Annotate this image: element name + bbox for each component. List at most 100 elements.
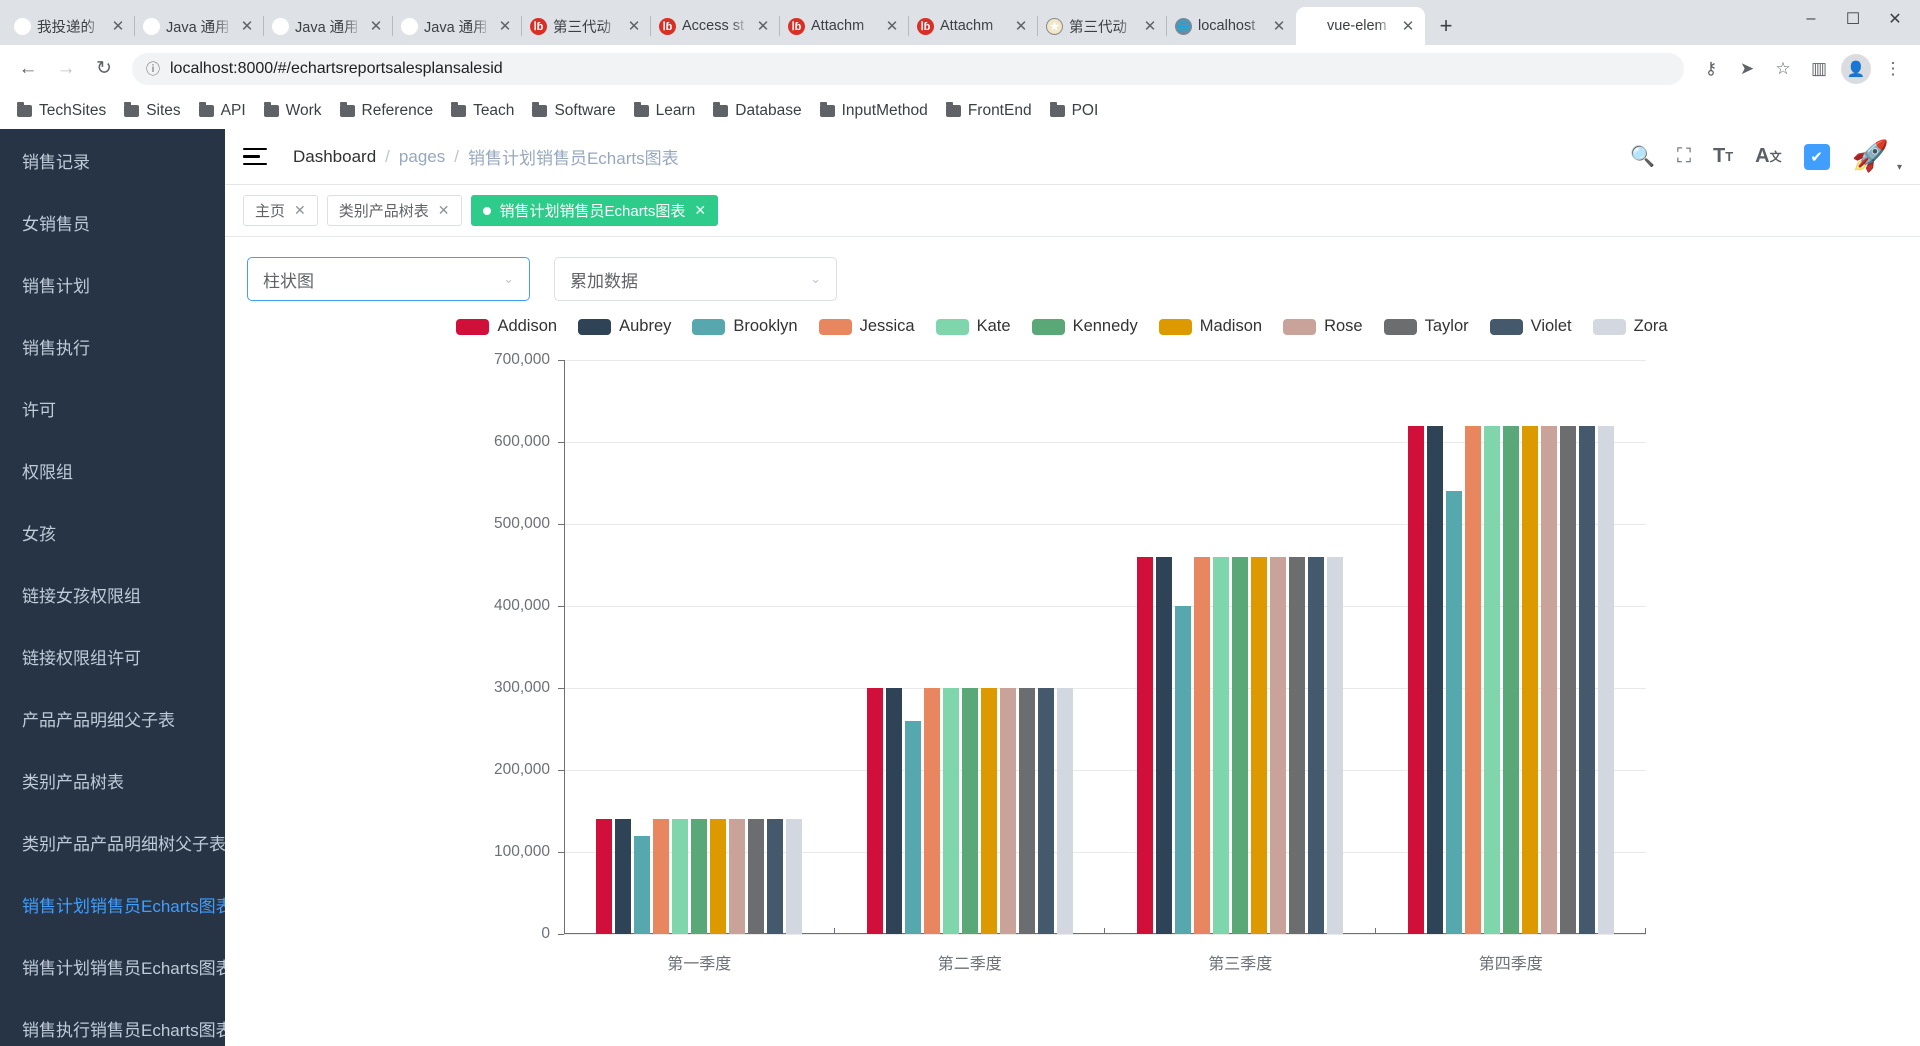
bookmark-item[interactable]: Reference [331, 97, 443, 125]
browser-tab[interactable]: ▼ vue-elem ✕ [1296, 7, 1425, 45]
legend-item[interactable]: Rose [1283, 317, 1363, 336]
tab-close-icon[interactable]: ✕ [1399, 19, 1417, 34]
sidebar-item[interactable]: 链接女孩权限组 [0, 563, 225, 625]
sidebar-item[interactable]: 女销售员 [0, 191, 225, 253]
browser-tab[interactable]: ⅼɓ Attachm ✕ [779, 7, 909, 45]
legend-item[interactable]: Brooklyn [692, 317, 798, 336]
maximize-button[interactable]: ☐ [1832, 2, 1874, 36]
tab-close-icon[interactable]: ✕ [883, 19, 901, 34]
breadcrumb-item-dashboard[interactable]: Dashboard [293, 147, 376, 167]
rocket-icon[interactable]: 🚀 [1852, 139, 1889, 174]
tab-close-icon[interactable]: ✕ [754, 19, 772, 34]
bar[interactable] [1521, 425, 1538, 934]
bar[interactable] [1213, 556, 1230, 934]
bar[interactable] [710, 819, 727, 934]
bar[interactable] [1578, 425, 1595, 934]
view-tab[interactable]: 销售计划销售员Echarts图表 ✕ [470, 195, 719, 226]
font-size-icon[interactable]: TT [1713, 145, 1733, 168]
bar[interactable] [1308, 556, 1325, 934]
sidebar-item[interactable]: 销售记录 [0, 129, 225, 191]
bookmark-item[interactable]: Software [523, 97, 624, 125]
forward-icon[interactable]: → [48, 51, 84, 87]
breadcrumb-item-pages[interactable]: pages [399, 147, 445, 167]
browser-tab[interactable]: C 我投递的 ✕ [6, 7, 135, 45]
sidebar-item[interactable]: 销售执行 [0, 315, 225, 377]
bar[interactable] [1464, 425, 1481, 934]
chevron-down-icon[interactable]: ⌄ [810, 271, 821, 287]
tab-close-icon[interactable]: ✕ [367, 19, 385, 34]
bar[interactable] [691, 819, 708, 934]
bar[interactable] [1137, 556, 1154, 934]
data-mode-select[interactable]: 累加数据 ⌄ [554, 257, 837, 301]
legend-item[interactable]: Zora [1592, 317, 1668, 336]
hamburger-icon[interactable] [243, 147, 267, 166]
bar[interactable] [923, 688, 940, 934]
bar[interactable] [1327, 556, 1344, 934]
profile-icon[interactable]: 👤 [1841, 53, 1871, 84]
bookmark-item[interactable]: FrontEnd [937, 97, 1041, 125]
sidebar-item[interactable]: 类别产品树表 [0, 749, 225, 811]
bookmark-item[interactable]: Teach [442, 97, 523, 125]
bar[interactable] [748, 819, 765, 934]
tab-close-icon[interactable]: ✕ [109, 19, 127, 34]
bar[interactable] [1426, 425, 1443, 934]
view-tab[interactable]: 主页 ✕ [243, 195, 318, 226]
bookmark-item[interactable]: POI [1041, 97, 1108, 125]
bar[interactable] [1502, 425, 1519, 934]
bar[interactable] [980, 688, 997, 934]
fullscreen-icon[interactable]: ⛶ [1677, 145, 1691, 168]
tab-close-icon[interactable]: ✕ [294, 202, 306, 219]
chart-type-select[interactable]: 柱状图 ⌄ [247, 257, 530, 301]
bar[interactable] [1056, 688, 1073, 934]
bookmark-item[interactable]: InputMethod [811, 97, 937, 125]
bar[interactable] [1194, 556, 1211, 934]
tab-close-icon[interactable]: ✕ [496, 19, 514, 34]
sidebar-item[interactable]: 许可 [0, 377, 225, 439]
sidebar-item[interactable]: 销售计划销售员Echarts图表2 [0, 935, 225, 997]
bookmark-item[interactable]: Work [255, 97, 331, 125]
browser-tab[interactable]: ⅼɓ Attachm ✕ [908, 7, 1038, 45]
bar[interactable] [1483, 425, 1500, 934]
bookmark-item[interactable]: Learn [625, 97, 705, 125]
bar[interactable] [1559, 425, 1576, 934]
sidebar-item[interactable]: 销售计划 [0, 253, 225, 315]
bar[interactable] [866, 688, 883, 934]
sidepanel-icon[interactable]: ▥ [1802, 52, 1836, 86]
menu-icon[interactable]: ⋮ [1876, 52, 1910, 86]
translate-icon[interactable]: A文 [1755, 145, 1781, 168]
chevron-down-icon[interactable]: ▾ [1897, 162, 1902, 173]
bookmark-item[interactable]: Sites [115, 97, 189, 125]
tab-close-icon[interactable]: ✕ [438, 202, 450, 219]
tab-close-icon[interactable]: ✕ [1270, 19, 1288, 34]
sidebar-item[interactable]: 产品产品明细父子表 [0, 687, 225, 749]
back-icon[interactable]: ← [10, 51, 46, 87]
bar[interactable] [1597, 425, 1614, 934]
tab-close-icon[interactable]: ✕ [1141, 19, 1159, 34]
browser-tab[interactable]: C Java 通用 ✕ [392, 7, 522, 45]
bar[interactable] [1540, 425, 1557, 934]
browser-tab[interactable]: ★ 第三代动 ✕ [1037, 7, 1167, 45]
bar[interactable] [596, 819, 613, 934]
address-bar[interactable]: ⓘ localhost:8000/#/echartsreportsalespla… [132, 52, 1684, 85]
bar[interactable] [1445, 491, 1462, 934]
sidebar-item[interactable]: 链接权限组许可 [0, 625, 225, 687]
bar[interactable] [1175, 606, 1192, 934]
close-window-button[interactable]: ✕ [1874, 2, 1916, 36]
legend-item[interactable]: Taylor [1383, 317, 1469, 336]
reload-icon[interactable]: ↻ [86, 51, 122, 87]
legend-item[interactable]: Aubrey [578, 317, 671, 336]
bookmark-item[interactable]: API [190, 97, 255, 125]
bookmark-item[interactable]: TechSites [8, 97, 115, 125]
key-icon[interactable]: ⚷ [1694, 52, 1728, 86]
bar[interactable] [885, 688, 902, 934]
bar[interactable] [904, 720, 921, 934]
sidebar-item[interactable]: 销售计划销售员Echarts图表 [0, 873, 225, 935]
tab-close-icon[interactable]: ✕ [238, 19, 256, 34]
browser-tab[interactable]: C Java 通用 ✕ [134, 7, 264, 45]
bar[interactable] [1232, 556, 1249, 934]
sidebar-item[interactable]: 权限组 [0, 439, 225, 501]
minimize-button[interactable]: – [1790, 2, 1832, 36]
tab-close-icon[interactable]: ✕ [625, 19, 643, 34]
browser-tab[interactable]: ⅼɓ Access st ✕ [650, 7, 780, 45]
bar[interactable] [1251, 556, 1268, 934]
